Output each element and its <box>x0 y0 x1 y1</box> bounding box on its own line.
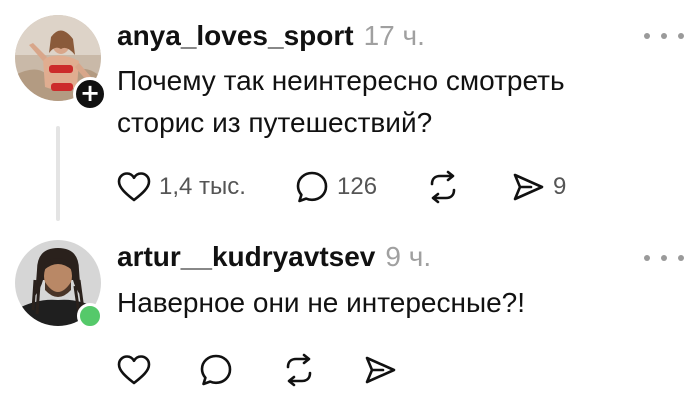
more-dots-icon <box>644 33 650 39</box>
share-button[interactable]: 9 <box>511 171 566 203</box>
like-button[interactable] <box>117 354 199 386</box>
comment-button[interactable] <box>199 353 281 387</box>
more-options-button[interactable] <box>644 24 684 48</box>
thread-connector-line <box>56 126 60 221</box>
post-header: anya_loves_sport 17 ч. <box>117 20 425 52</box>
post-text: Наверное они не интересные?! <box>117 282 677 324</box>
online-status-dot <box>77 303 103 329</box>
plus-icon: + <box>79 79 101 107</box>
author-username[interactable]: anya_loves_sport <box>117 20 354 52</box>
comment-count: 126 <box>337 173 378 200</box>
like-count: 1,4 тыс. <box>159 173 246 200</box>
repost-button[interactable] <box>281 353 363 387</box>
repost-icon <box>286 353 312 387</box>
post-timestamp: 9 ч. <box>385 241 432 272</box>
post-timestamp: 17 ч. <box>363 20 425 51</box>
comment-bubble-icon <box>200 354 232 386</box>
author-username[interactable]: artur__kudryavtsev <box>117 241 375 273</box>
post-actions <box>117 350 445 390</box>
post-header: artur__kudryavtsev 9 ч. <box>117 241 431 273</box>
comment-button[interactable]: 126 <box>295 170 425 204</box>
post-text: Почему так неинтересно смотреть сторис и… <box>117 60 677 144</box>
share-count: 9 <box>553 173 567 200</box>
follow-plus-button[interactable]: + <box>73 77 107 111</box>
heart-icon <box>117 355 151 385</box>
thread-post-anya: + anya_loves_sport 17 ч. Почему так неин… <box>0 0 700 225</box>
share-button[interactable] <box>363 354 445 386</box>
send-icon <box>513 173 544 201</box>
comment-bubble-icon <box>296 171 328 203</box>
more-dots-icon <box>644 255 650 261</box>
repost-button[interactable] <box>425 170 511 204</box>
like-button[interactable]: 1,4 тыс. <box>117 171 295 203</box>
repost-icon <box>430 170 456 204</box>
post-text-line: Почему так неинтересно смотреть <box>117 65 565 96</box>
send-icon <box>365 356 396 384</box>
post-text-line: Наверное они не интересные?! <box>117 287 525 318</box>
more-options-button[interactable] <box>644 246 684 270</box>
post-text-line: сторис из путешествий? <box>117 107 433 138</box>
heart-icon <box>117 172 151 202</box>
post-actions: 1,4 тыс. 126 9 <box>117 167 566 207</box>
